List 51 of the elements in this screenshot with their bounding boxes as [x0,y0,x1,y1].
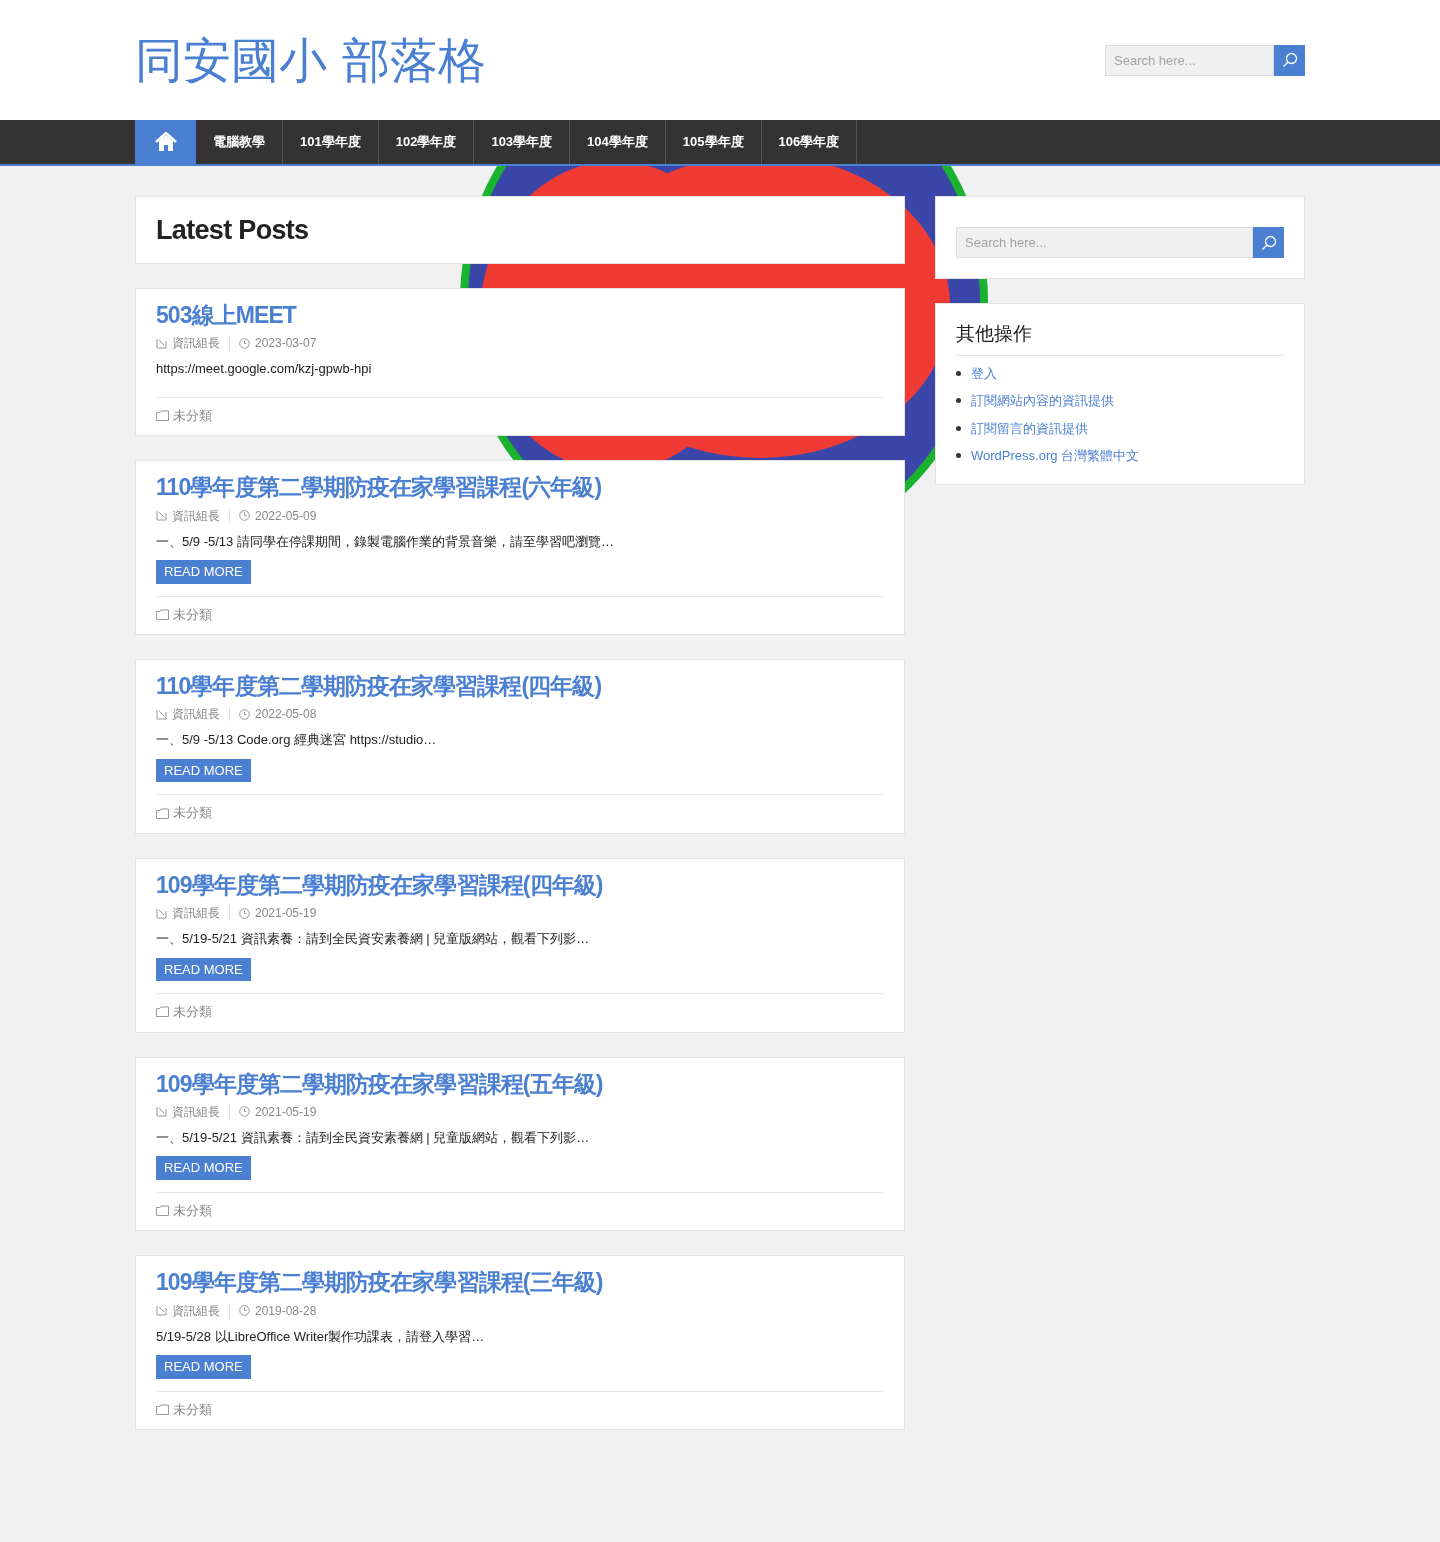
post-date: 2022-05-08 [255,706,317,724]
post-date: 2021-05-19 [255,1104,317,1121]
category-link[interactable]: 未分類 [173,405,212,426]
category-link[interactable]: 未分類 [173,1399,212,1420]
read-more-button[interactable]: READ MORE [156,1156,251,1180]
post-excerpt: 一、5/19-5/21 資訊素養：請到全民資安素養網 | 兒童版網站，觀看下列影… [156,1129,591,1147]
post-excerpt: https://meet.google.com/kzj-gpwb-hpi [156,360,373,379]
post-author: 資訊組長 [172,1104,220,1121]
post-excerpt: 一、5/19-5/21 資訊素養：請到全民資安素養網 | 兒童版網站，觀看下列影… [156,930,591,949]
post-date: 2023-03-07 [255,335,317,353]
post-title[interactable]: 109學年度第二學期防疫在家學習課程(四年級) [156,872,884,899]
widget-link[interactable]: 登入 [971,363,997,383]
post-title[interactable]: 110學年度第二學期防疫在家學習課程(六年級) [156,475,884,501]
post-title[interactable]: 109學年度第二學期防疫在家學習課程(五年級) [156,1071,884,1097]
read-more-button[interactable]: READ MORE [156,957,251,982]
nav-item[interactable]: 101學年度 [283,120,379,164]
post-excerpt: 一、5/9 -5/13 請同學在停課期間，錄製電腦作業的背景音樂，請至學習吧瀏覽… [156,532,615,551]
widget-title: 其他操作 [956,320,1284,356]
nav-item[interactable]: 102學年度 [378,120,475,164]
nav-item[interactable]: 104學年度 [570,120,666,164]
post-date: 2019-08-28 [255,1302,317,1320]
nav-item[interactable]: 103學年度 [474,120,571,164]
category-link[interactable]: 未分類 [173,1201,212,1221]
widget-link[interactable]: 訂閱網站內容的資訊提供 [971,391,1114,411]
site-title[interactable]: 同安國小 部落格 [135,36,487,84]
post-author: 資訊組長 [172,335,220,353]
search-field[interactable]: Search here... [1105,44,1274,76]
widget-link[interactable]: WordPress.org 台灣繁體中文 [971,446,1140,466]
category-link[interactable]: 未分類 [173,1002,212,1022]
post-date: 2022-05-09 [255,507,317,525]
search-field[interactable]: Search here... [956,227,1254,258]
page-heading: Latest Posts [156,213,309,247]
post-date: 2021-05-19 [255,905,317,923]
category-link[interactable]: 未分類 [173,604,212,625]
post-author: 資訊組長 [172,507,220,525]
post-title[interactable]: 503線上MEET [156,303,884,329]
post-author: 資訊組長 [172,1302,220,1320]
nav-item[interactable]: 電腦教學 [196,120,283,164]
post-excerpt: 一、5/9 -5/13 Code.org 經典迷宮 https://studio… [156,731,438,750]
post-title[interactable]: 109學年度第二學期防疫在家學習課程(三年級) [156,1270,884,1296]
widget-link[interactable]: 訂閱留言的資訊提供 [971,418,1088,438]
nav-item[interactable]: 106學年度 [761,120,858,164]
post-author: 資訊組長 [172,905,220,923]
read-more-button[interactable]: READ MORE [156,560,251,584]
post-title[interactable]: 110學年度第二學期防疫在家學習課程(四年級) [156,674,884,700]
nav-item[interactable]: 105學年度 [665,120,762,164]
post-excerpt: 5/19-5/28 以LibreOffice Writer製作功課表，請登入學習… [156,1327,486,1346]
category-link[interactable]: 未分類 [173,803,212,823]
read-more-button[interactable]: READ MORE [156,1355,251,1379]
post-author: 資訊組長 [172,706,220,724]
read-more-button[interactable]: READ MORE [156,758,251,783]
